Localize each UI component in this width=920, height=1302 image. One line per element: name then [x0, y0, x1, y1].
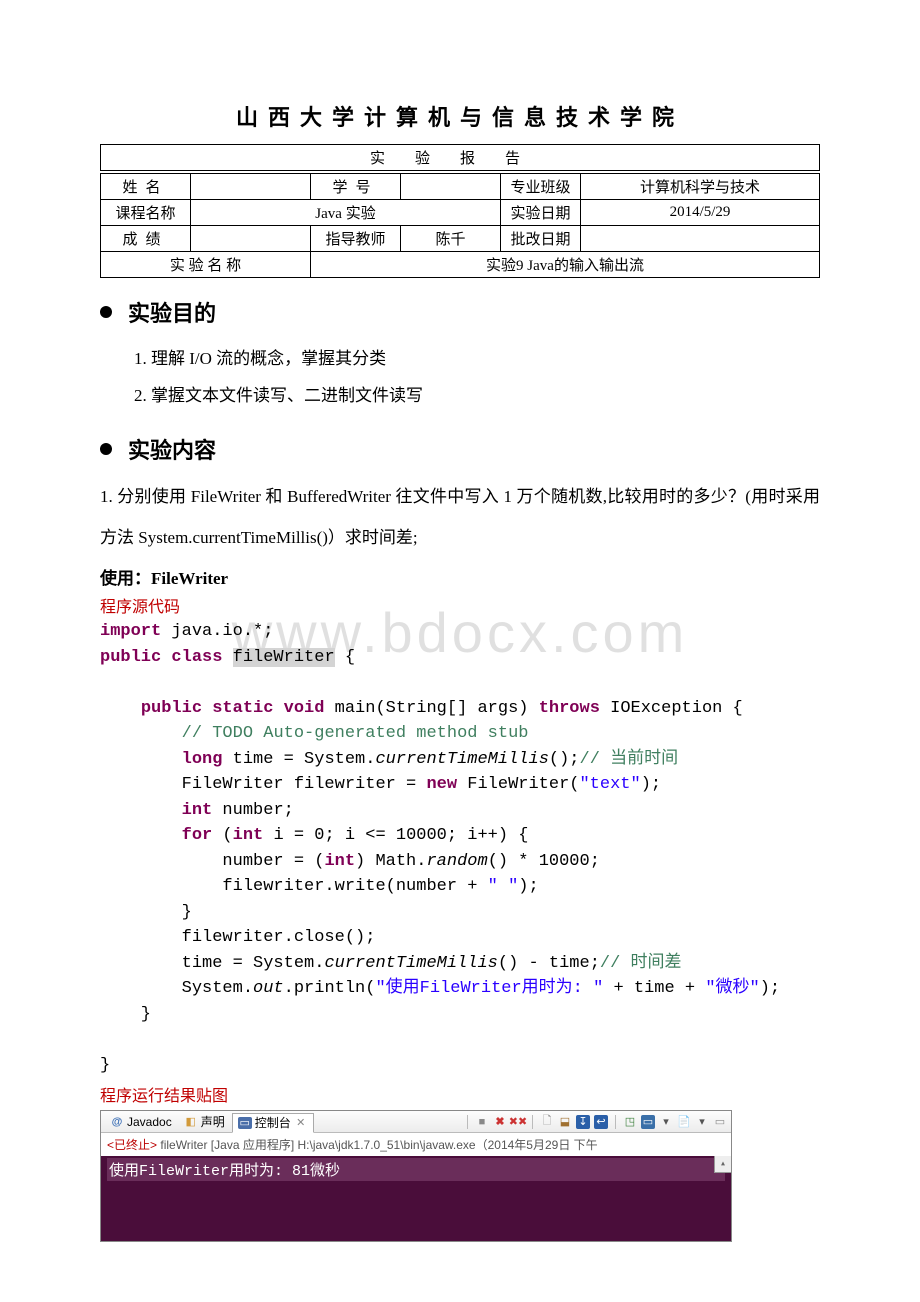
- section-content-title: 实验内容: [100, 433, 820, 465]
- console-toolbar: ■ ✖ ✖✖ 🗋 ⬓ ↧ ↩ ◳ ▭ ▾ 📄 ▾ ▭: [464, 1115, 727, 1129]
- remove-x-icon[interactable]: ✖: [493, 1115, 507, 1129]
- pin-icon[interactable]: ↧: [576, 1115, 590, 1129]
- label-teacher: 指导教师: [311, 226, 401, 252]
- label-name: 姓名: [122, 180, 168, 196]
- display-selected-icon[interactable]: ▭: [641, 1115, 655, 1129]
- close-tab-icon[interactable]: ✕: [294, 1116, 308, 1130]
- tab-javadoc[interactable]: @ Javadoc: [105, 1112, 177, 1132]
- objective-2: 2. 掌握文本文件读写、二进制文件读写: [134, 377, 820, 414]
- open-console-icon[interactable]: ◳: [623, 1115, 637, 1129]
- console-output-area: ▴ 使用FileWriter用时为: 81微秒: [101, 1156, 731, 1241]
- label-correct-date: 批改日期: [501, 226, 581, 252]
- value-major: 计算机科学与技术: [581, 174, 820, 200]
- label-major: 专业班级: [501, 174, 581, 200]
- src-label: 程序源代码: [100, 593, 820, 617]
- word-wrap-icon[interactable]: ↩: [594, 1115, 608, 1129]
- label-student-id: 学号: [332, 180, 378, 196]
- stop-icon[interactable]: ■: [475, 1115, 489, 1129]
- console-info: <已终止> fileWriter [Java 应用程序] H:\java\jdk…: [101, 1133, 731, 1156]
- label-grade: 成绩: [122, 232, 168, 248]
- subtitle: 实验报告: [101, 145, 820, 171]
- decl-icon: ◧: [184, 1115, 198, 1129]
- at-icon: @: [110, 1115, 124, 1129]
- minimize-icon[interactable]: ▭: [713, 1115, 727, 1129]
- header-table: 姓名 学号 专业班级 计算机科学与技术 课程名称 Java 实验 实验日期 20…: [100, 173, 820, 278]
- scroll-up-icon[interactable]: ▴: [714, 1156, 731, 1173]
- console-screenshot: @ Javadoc ◧ 声明 ▭ 控制台 ✕ ■ ✖ ✖✖ 🗋 ⬓ ↧: [100, 1110, 732, 1242]
- value-teacher: 陈千: [401, 226, 501, 252]
- label-exp-date: 实验日期: [501, 200, 581, 226]
- clear-icon[interactable]: 🗋: [540, 1115, 554, 1129]
- value-exp-date: 2014/5/29: [581, 200, 820, 226]
- section-objective-title: 实验目的: [100, 296, 820, 328]
- value-course: Java 实验: [191, 200, 501, 226]
- console-tab-strip: @ Javadoc ◧ 声明 ▭ 控制台 ✕ ■ ✖ ✖✖ 🗋 ⬓ ↧: [101, 1111, 731, 1133]
- tab-console[interactable]: ▭ 控制台 ✕: [232, 1113, 314, 1133]
- result-label: 程序运行结果贴图: [100, 1082, 820, 1106]
- use-filewriter: 使用：FileWriter: [100, 564, 820, 589]
- dropdown-2-icon[interactable]: ▾: [695, 1115, 709, 1129]
- console-icon: ▭: [238, 1117, 252, 1129]
- scroll-lock-icon[interactable]: ⬓: [558, 1115, 572, 1129]
- dropdown-icon[interactable]: ▾: [659, 1115, 673, 1129]
- value-exp-name: 实验9 Java的输入输出流: [311, 252, 820, 278]
- code-block: import java.io.*; public class fileWrite…: [100, 619, 820, 1078]
- tab-decl[interactable]: ◧ 声明: [179, 1112, 230, 1132]
- page-title: 山西大学计算机与信息技术学院: [100, 100, 820, 132]
- new-console-icon[interactable]: 📄: [677, 1115, 691, 1129]
- remove-all-icon[interactable]: ✖✖: [511, 1115, 525, 1129]
- task1-desc: 1. 分别使用 FileWriter 和 BufferedWriter 往文件中…: [100, 477, 820, 559]
- console-output-line: 使用FileWriter用时为: 81微秒: [107, 1158, 725, 1181]
- label-exp-name: 实 验 名 称: [101, 252, 311, 278]
- label-course: 课程名称: [101, 200, 191, 226]
- objective-1: 1. 理解 I/O 流的概念，掌握其分类: [134, 340, 820, 377]
